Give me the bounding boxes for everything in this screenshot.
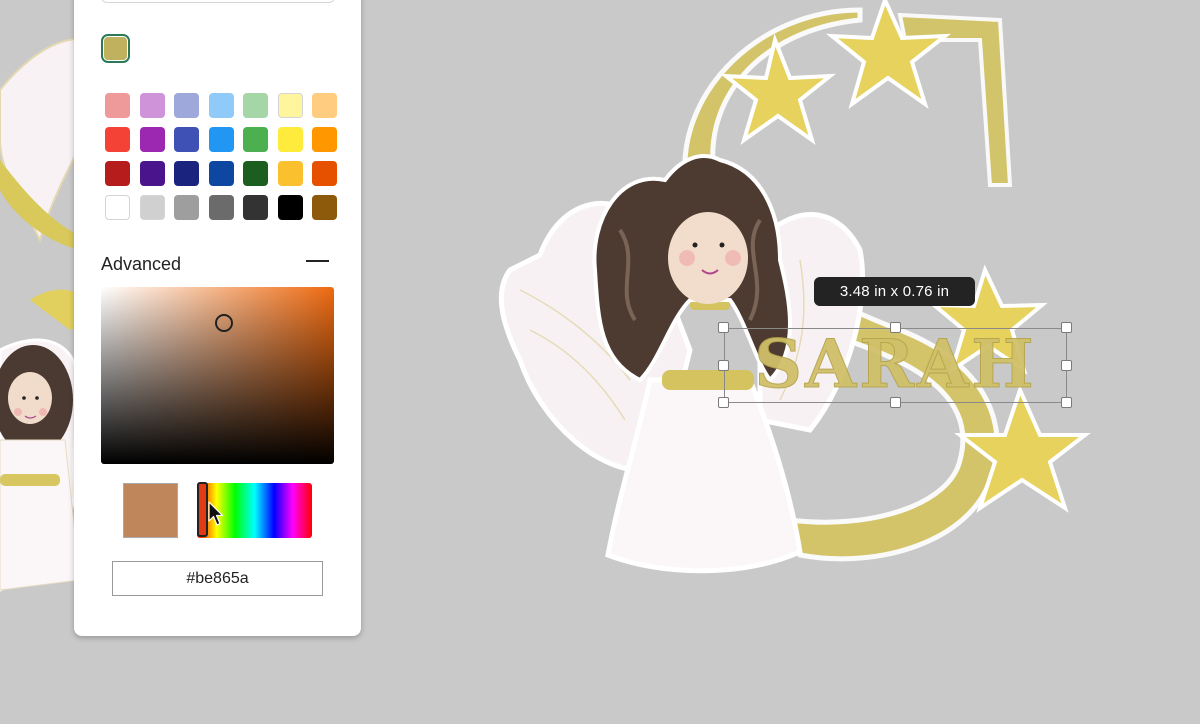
swatch-light-purple[interactable] — [139, 93, 165, 118]
swatch-dark-orange[interactable] — [312, 161, 337, 186]
swatch-indigo[interactable] — [174, 127, 199, 152]
swatch-white[interactable] — [105, 195, 130, 220]
color-picker-panel: Advanced — [74, 0, 361, 636]
mouse-pointer-icon — [208, 501, 224, 526]
swatch-dark-indigo[interactable] — [174, 161, 199, 186]
swatch-dark-red[interactable] — [105, 161, 130, 186]
swatch-light-orange[interactable] — [312, 93, 337, 118]
hex-color-input[interactable] — [112, 561, 323, 596]
current-color-fill — [104, 37, 127, 60]
saturation-value-handle[interactable] — [215, 314, 233, 332]
swatch-yellow[interactable] — [277, 127, 303, 152]
resize-handle-bottom-right[interactable] — [1061, 397, 1072, 408]
swatch-dark-green[interactable] — [243, 161, 268, 186]
swatch-green[interactable] — [243, 127, 268, 152]
resize-handle-top-center[interactable] — [890, 322, 901, 333]
resize-handle-top-left[interactable] — [718, 322, 729, 333]
advanced-section-title: Advanced — [101, 254, 182, 274]
swatch-black[interactable] — [277, 195, 303, 220]
saturation-value-picker[interactable] — [101, 287, 334, 464]
resize-handle-top-right[interactable] — [1061, 322, 1072, 333]
top-field-edge — [101, 0, 335, 3]
swatch-light-red[interactable] — [105, 93, 130, 118]
dimension-tooltip: 3.48 in x 0.76 in — [814, 277, 975, 306]
swatch-dark-purple[interactable] — [139, 161, 165, 186]
swatch-red[interactable] — [105, 127, 130, 152]
collapse-icon[interactable] — [306, 260, 329, 262]
swatch-light-yellow[interactable] — [277, 93, 303, 118]
swatch-amber[interactable] — [277, 161, 303, 186]
swatch-light-indigo[interactable] — [174, 93, 199, 118]
swatch-gray[interactable] — [174, 195, 199, 220]
swatch-orange[interactable] — [312, 127, 337, 152]
swatch-purple[interactable] — [139, 127, 165, 152]
swatch-dark-blue[interactable] — [208, 161, 234, 186]
swatch-charcoal[interactable] — [243, 195, 268, 220]
resize-handle-bottom-center[interactable] — [890, 397, 901, 408]
color-swatch-grid — [105, 93, 337, 220]
swatch-light-blue[interactable] — [208, 93, 234, 118]
color-preview-swatch — [123, 483, 178, 538]
resize-handle-middle-left[interactable] — [718, 360, 729, 371]
swatch-brown[interactable] — [312, 195, 337, 220]
swatch-blue[interactable] — [208, 127, 234, 152]
hue-slider-thumb[interactable] — [197, 482, 208, 537]
current-color-swatch[interactable] — [101, 34, 130, 63]
swatch-dark-gray[interactable] — [208, 195, 234, 220]
swatch-light-gray[interactable] — [139, 195, 165, 220]
swatch-light-green[interactable] — [243, 93, 268, 118]
selected-text-object[interactable]: SARAH — [724, 325, 1067, 404]
resize-handle-middle-right[interactable] — [1061, 360, 1072, 371]
resize-handle-bottom-left[interactable] — [718, 397, 729, 408]
